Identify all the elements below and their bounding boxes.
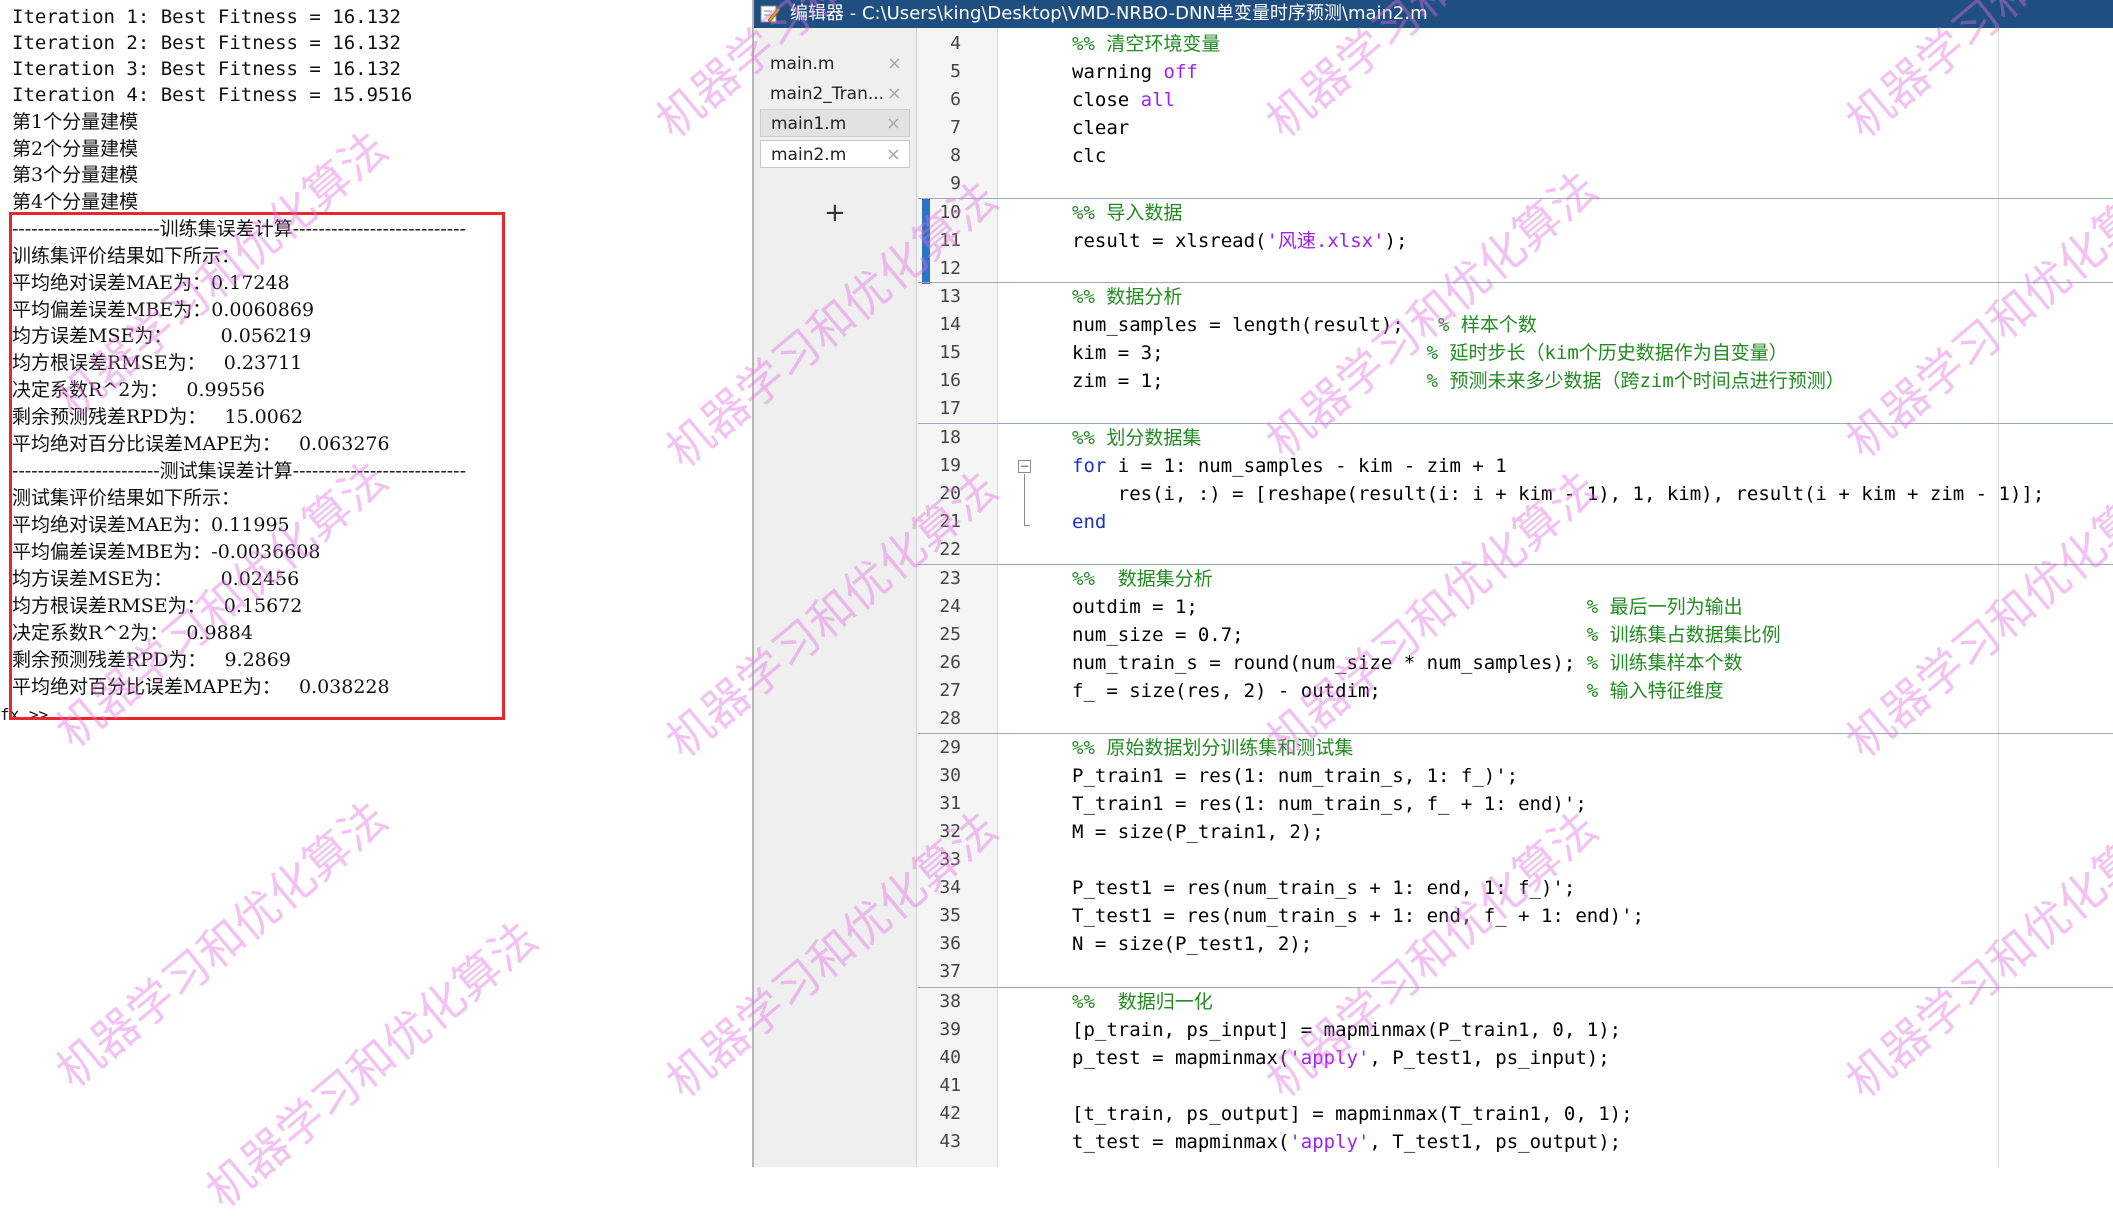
tab-main2[interactable]: main2.m × (760, 140, 910, 168)
metrics-highlight-box (9, 212, 505, 720)
tab-main[interactable]: main.m × (760, 50, 910, 78)
code-line: outdim = 1; % 最后一列为输出 (1072, 596, 1743, 618)
line-number: 24 (939, 596, 961, 617)
line-number: 39 (939, 1019, 961, 1040)
line-number: 15 (939, 342, 961, 363)
code-line: %% 数据归一化 (1072, 991, 1213, 1013)
close-icon[interactable]: × (886, 141, 901, 169)
console-line: Iteration 4: Best Fitness = 15.9516 (12, 84, 413, 106)
code-line: %% 划分数据集 (1072, 427, 1202, 449)
line-number: 36 (939, 933, 961, 954)
code-line: [p_train, ps_input] = mapminmax(P_train1… (1072, 1019, 1622, 1041)
code-line: clear (1072, 117, 1130, 139)
code-line: result = xlsread('风速.xlsx'); (1072, 230, 1408, 252)
code-line: M = size(P_train1, 2); (1072, 821, 1324, 843)
code-line: %% 数据集分析 (1072, 568, 1213, 590)
close-icon[interactable]: × (887, 80, 902, 108)
editor-titlebar[interactable]: 编辑器 - C:\Users\king\Desktop\VMD-NRBO-DNN… (754, 0, 2113, 28)
line-number: 4 (950, 33, 961, 54)
console-line: Iteration 1: Best Fitness = 16.132 (12, 6, 401, 28)
line-number: 37 (939, 961, 961, 982)
line-number: 23 (939, 568, 961, 589)
code-line: t_test = mapminmax('apply', T_test1, ps_… (1072, 1131, 1622, 1153)
line-number: 30 (939, 765, 961, 786)
console-line: 第1个分量建模 (12, 111, 139, 133)
console-line: 第2个分量建模 (12, 138, 139, 160)
line-number: 31 (939, 793, 961, 814)
code-line: num_size = 0.7; % 训练集占数据集比例 (1072, 624, 1781, 646)
tab-label: main.m (770, 54, 835, 74)
tab-label: main1.m (771, 114, 847, 134)
code-line: %% 导入数据 (1072, 202, 1183, 224)
line-number: 8 (950, 145, 961, 166)
editor-icon (760, 5, 780, 23)
line-number: 9 (950, 173, 961, 194)
line-number: 17 (939, 398, 961, 419)
tab-label: main2.m (771, 145, 847, 165)
line-number: 29 (939, 737, 961, 758)
line-number: 33 (939, 849, 961, 870)
line-number: 41 (939, 1075, 961, 1096)
line-number: 19 (939, 455, 961, 476)
code-line: zim = 1; % 预测未来多少数据（跨zim个时间点进行预测） (1072, 370, 1845, 392)
tab-main2-tran[interactable]: main2_Tran... × (760, 80, 910, 108)
line-number: 25 (939, 624, 961, 645)
code-line: %% 数据分析 (1072, 286, 1183, 308)
code-line: num_train_s = round(num_size * num_sampl… (1072, 652, 1743, 674)
line-number: 38 (939, 991, 961, 1012)
code-line: for i = 1: num_samples - kim - zim + 1 (1072, 455, 1507, 477)
line-number: 16 (939, 370, 961, 391)
line-number: 26 (939, 652, 961, 673)
line-number: 14 (939, 314, 961, 335)
add-tab-button[interactable]: + (824, 199, 846, 227)
code-line: P_train1 = res(1: num_train_s, 1: f_)'; (1072, 765, 1519, 787)
code-line: %% 清空环境变量 (1072, 33, 1221, 55)
line-number: 42 (939, 1103, 961, 1124)
code-line: clc (1072, 145, 1107, 167)
line-number: 7 (950, 117, 961, 138)
code-line: %% 原始数据划分训练集和测试集 (1072, 737, 1354, 759)
code-line: [t_train, ps_output] = mapminmax(T_train… (1072, 1103, 1633, 1125)
code-line: res(i, :) = [reshape(result(i: i + kim -… (1072, 483, 2045, 505)
line-number: 6 (950, 89, 961, 110)
code-line: warning off (1072, 61, 1198, 83)
line-number: 28 (939, 708, 961, 729)
line-number: 5 (950, 61, 961, 82)
code-line: f_ = size(res, 2) - outdim; % 输入特征维度 (1072, 680, 1724, 702)
command-window[interactable]: Iteration 1: Best Fitness = 16.132 Itera… (0, 0, 752, 1167)
editor-window: 编辑器 - C:\Users\king\Desktop\VMD-NRBO-DNN… (752, 0, 2113, 1167)
console-line: Iteration 2: Best Fitness = 16.132 (12, 32, 401, 54)
editor-title: 编辑器 - C:\Users\king\Desktop\VMD-NRBO-DNN… (790, 3, 1428, 24)
line-number: 22 (939, 539, 961, 560)
line-number: 13 (939, 286, 961, 307)
close-icon[interactable]: × (887, 50, 902, 78)
console-line: Iteration 3: Best Fitness = 16.132 (12, 58, 401, 80)
code-line: num_samples = length(result); % 样本个数 (1072, 314, 1537, 336)
line-number: 20 (939, 483, 961, 504)
line-number: 35 (939, 905, 961, 926)
code-line: P_test1 = res(num_train_s + 1: end, 1: f… (1072, 877, 1576, 899)
code-line: kim = 3; % 延时步长（kim个历史数据作为自变量） (1072, 342, 1788, 364)
current-cell-marker (922, 199, 930, 284)
line-number: 27 (939, 680, 961, 701)
code-line: T_train1 = res(1: num_train_s, f_ + 1: e… (1072, 793, 1587, 815)
code-line: p_test = mapminmax('apply', P_test1, ps_… (1072, 1047, 1610, 1069)
code-line: end (1072, 511, 1107, 533)
line-number: 34 (939, 877, 961, 898)
code-line: close all (1072, 89, 1175, 111)
tab-label: main2_Tran... (770, 84, 885, 104)
line-number: 40 (939, 1047, 961, 1068)
code-line: N = size(P_test1, 2); (1072, 933, 1313, 955)
tab-main1[interactable]: main1.m × (760, 109, 910, 137)
code-area[interactable]: %% 清空环境变量 warning off close all clear cl… (918, 28, 2113, 1167)
line-number: 32 (939, 821, 961, 842)
line-number: 21 (939, 511, 961, 532)
close-icon[interactable]: × (886, 110, 901, 138)
console-line: 第3个分量建模 (12, 164, 139, 186)
line-number: 43 (939, 1131, 961, 1152)
code-line: T_test1 = res(num_train_s + 1: end, f_ +… (1072, 905, 1644, 927)
line-number: 18 (939, 427, 961, 448)
file-tab-list: main.m × main2_Tran... × main1.m × main2… (754, 28, 917, 1167)
